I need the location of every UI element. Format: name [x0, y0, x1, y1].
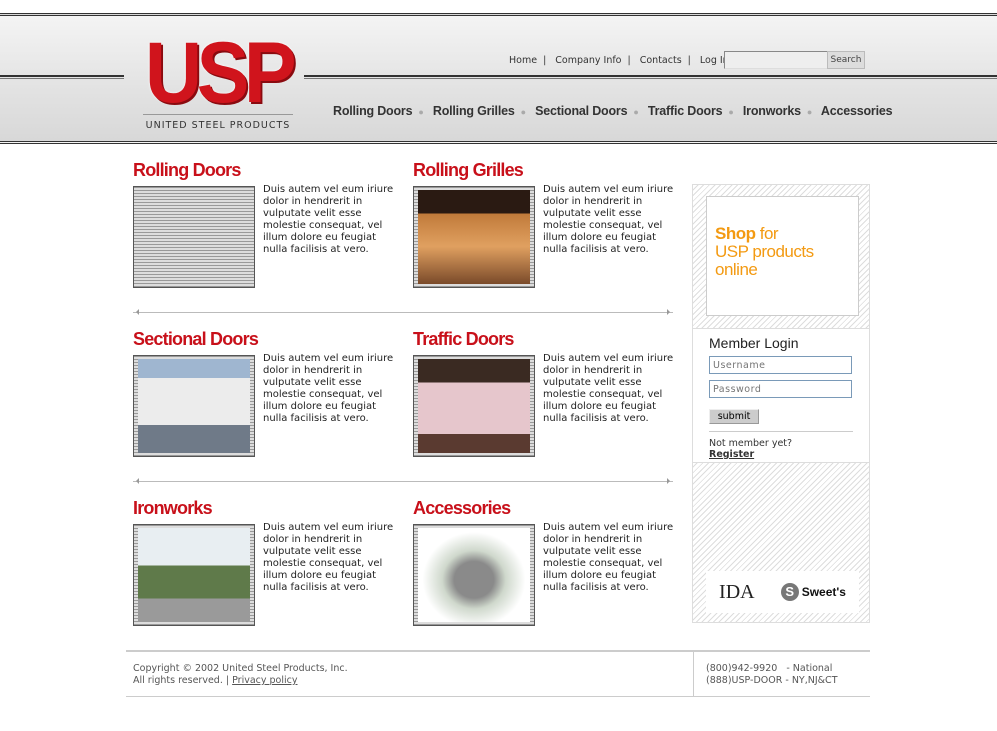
- password-input[interactable]: [709, 380, 852, 398]
- product-description: Duis autem vel eum iriure dolor in hendr…: [543, 184, 674, 255]
- section-divider: [133, 309, 673, 315]
- username-input[interactable]: [709, 356, 852, 374]
- product-title[interactable]: Rolling Doors: [133, 160, 403, 182]
- nav-rolling-grilles[interactable]: Rolling Grilles: [433, 104, 515, 118]
- header-rule: [304, 75, 997, 79]
- product-description: Duis autem vel eum iriure dolor in hendr…: [543, 353, 674, 424]
- phone-regional: (888)USP-DOOR - NY,NJ&CT: [706, 675, 838, 686]
- product-image[interactable]: [413, 186, 535, 288]
- header: USP UNITED STEEL PRODUCTS Home | Company …: [0, 13, 997, 144]
- product-sectional-doors: Sectional Doors Duis autem vel eum iriur…: [133, 329, 403, 457]
- product-image[interactable]: [413, 524, 535, 626]
- register-link[interactable]: Register: [709, 449, 853, 460]
- header-rule: [0, 75, 124, 79]
- footer: Copyright © 2002 United Steel Products, …: [126, 650, 870, 697]
- main-nav: Rolling Doors ● Rolling Grilles ● Sectiona…: [333, 104, 893, 118]
- search-input[interactable]: [724, 51, 828, 69]
- phone-national: (800)942-9920 - National: [706, 663, 833, 674]
- logo[interactable]: USP: [145, 30, 297, 116]
- nav-rolling-doors[interactable]: Rolling Doors: [333, 104, 413, 118]
- ida-logo[interactable]: IDA: [719, 581, 755, 604]
- sweets-logo[interactable]: S Sweet's: [780, 583, 846, 601]
- link-company-info[interactable]: Company Info: [555, 55, 621, 66]
- product-description: Duis autem vel eum iriure dolor in hendr…: [263, 522, 394, 593]
- product-ironworks: Ironworks Duis autem vel eum iriure dolo…: [133, 498, 403, 626]
- product-image[interactable]: [413, 355, 535, 457]
- product-title[interactable]: Rolling Grilles: [413, 160, 683, 182]
- divider: [709, 431, 853, 432]
- submit-button[interactable]: submit: [709, 409, 759, 424]
- nav-sectional-doors[interactable]: Sectional Doors: [535, 104, 627, 118]
- product-image[interactable]: [133, 524, 255, 626]
- privacy-policy-link[interactable]: Privacy policy: [232, 675, 297, 686]
- product-traffic-doors: Traffic Doors Duis autem vel eum iriure …: [413, 329, 683, 457]
- not-member-text: Not member yet?: [709, 438, 793, 449]
- product-title[interactable]: Ironworks: [133, 498, 403, 520]
- search-button[interactable]: Search: [827, 51, 865, 69]
- product-image[interactable]: [133, 186, 255, 288]
- product-description: Duis autem vel eum iriure dolor in hendr…: [263, 353, 394, 424]
- partner-logos: IDA S Sweet's: [706, 571, 859, 613]
- link-home[interactable]: Home: [509, 55, 537, 66]
- member-login: Member Login submit Not member yet? Regi…: [693, 328, 869, 463]
- shop-online-banner[interactable]: Shop for USP products online: [706, 196, 859, 316]
- nav-ironworks[interactable]: Ironworks: [743, 104, 801, 118]
- section-divider: [133, 478, 673, 484]
- product-image[interactable]: [133, 355, 255, 457]
- login-title: Member Login: [709, 335, 799, 351]
- rights: All rights reserved.: [133, 675, 223, 686]
- sidebar: Shop for USP products online Member Logi…: [692, 184, 870, 623]
- product-rolling-grilles: Rolling Grilles Duis autem vel eum iriur…: [413, 160, 683, 288]
- nav-accessories[interactable]: Accessories: [821, 104, 893, 118]
- nav-traffic-doors[interactable]: Traffic Doors: [648, 104, 723, 118]
- link-contacts[interactable]: Contacts: [640, 55, 682, 66]
- product-rolling-doors: Rolling Doors Duis autem vel eum iriure …: [133, 160, 403, 288]
- product-title[interactable]: Sectional Doors: [133, 329, 403, 351]
- product-accessories: Accessories Duis autem vel eum iriure do…: [413, 498, 683, 626]
- logo-subtitle: UNITED STEEL PRODUCTS: [143, 114, 293, 131]
- sweets-s-icon: S: [780, 583, 799, 601]
- product-description: Duis autem vel eum iriure dolor in hendr…: [263, 184, 394, 255]
- product-title[interactable]: Accessories: [413, 498, 683, 520]
- top-links: Home | Company Info | Contacts | Log In: [509, 55, 729, 66]
- product-title[interactable]: Traffic Doors: [413, 329, 683, 351]
- copyright: Copyright © 2002 United Steel Products, …: [133, 663, 348, 674]
- product-description: Duis autem vel eum iriure dolor in hendr…: [543, 522, 674, 593]
